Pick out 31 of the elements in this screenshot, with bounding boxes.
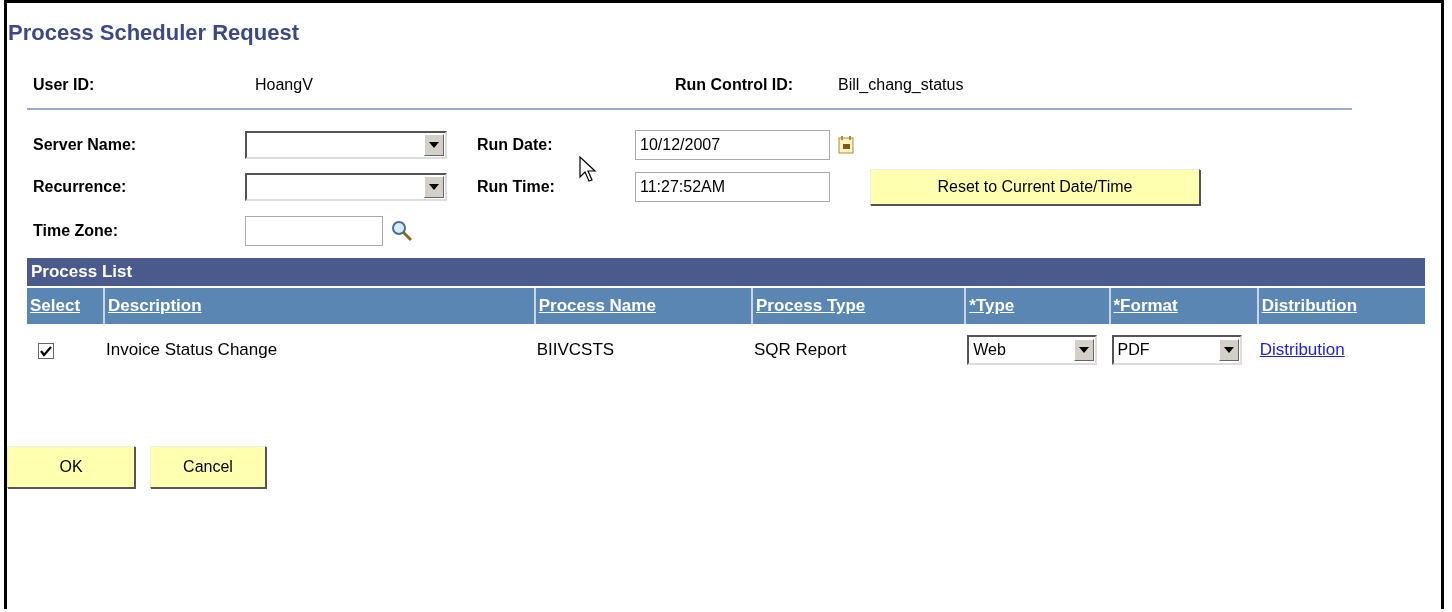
table-cell: BIIVCSTS bbox=[536, 340, 615, 359]
field-value: HoangV bbox=[255, 76, 314, 94]
time-zone-field[interactable] bbox=[245, 216, 383, 246]
format-dropdown[interactable]: PDF bbox=[1111, 335, 1242, 365]
page-title: Process Scheduler Request bbox=[8, 20, 299, 46]
cancel-button[interactable]: Cancel bbox=[150, 446, 266, 488]
column-header-link[interactable]: Description bbox=[108, 296, 202, 315]
ok-button[interactable]: OK bbox=[7, 446, 135, 488]
table-cell: SQR Report bbox=[754, 340, 847, 359]
run-date-field[interactable]: 10/12/2007 bbox=[635, 130, 830, 160]
recurrence-dropdown[interactable] bbox=[245, 173, 447, 201]
search-icon[interactable] bbox=[391, 220, 413, 242]
distribution-link[interactable]: Distribution bbox=[1259, 340, 1345, 359]
field-label: Server Name: bbox=[33, 136, 138, 154]
run-time-field[interactable]: 11:27:52AM bbox=[635, 172, 830, 202]
field-label: Run Time: bbox=[477, 178, 556, 196]
field-label: Recurrence: bbox=[33, 178, 128, 196]
select-checkbox[interactable] bbox=[38, 342, 54, 359]
table-cell: Invoice Status Change bbox=[106, 340, 278, 359]
process-list-header: Process List bbox=[27, 258, 1425, 286]
field-label: User ID: bbox=[33, 76, 96, 94]
field-label: Run Control ID: bbox=[675, 76, 795, 94]
mouse-cursor-icon bbox=[579, 156, 597, 182]
reset-button[interactable]: Reset to Current Date/Time bbox=[870, 169, 1200, 205]
field-value: Bill_chang_status bbox=[838, 76, 965, 94]
server-name-dropdown[interactable] bbox=[245, 131, 447, 159]
type-dropdown[interactable]: Web bbox=[967, 335, 1098, 365]
column-header-link[interactable]: *Type bbox=[969, 296, 1015, 315]
calendar-icon[interactable] bbox=[838, 136, 854, 154]
field-label: Run Date: bbox=[477, 136, 554, 154]
field-label: Time Zone: bbox=[33, 222, 120, 240]
